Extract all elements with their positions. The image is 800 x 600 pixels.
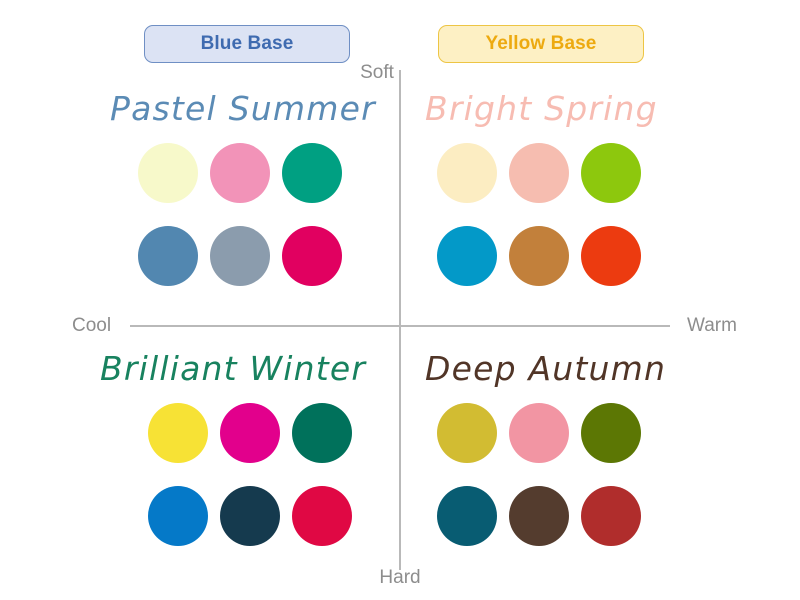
legend-pill-blue-base-label: Blue Base	[200, 33, 294, 54]
color-swatch-brick-red[interactable]	[581, 486, 641, 546]
color-swatch-dark-brown[interactable]	[509, 486, 569, 546]
color-swatch-magenta[interactable]	[220, 403, 280, 463]
axis-label-warm: Warm	[687, 315, 737, 336]
color-swatch-rose-pink[interactable]	[509, 403, 569, 463]
color-season-matrix: Blue Base Yellow Base Soft Hard Cool War…	[0, 0, 800, 600]
legend-pill-yellow-base[interactable]: Yellow Base	[438, 25, 644, 63]
color-swatch-navy[interactable]	[220, 486, 280, 546]
color-swatch-pink[interactable]	[210, 143, 270, 203]
color-swatch-olive-green[interactable]	[581, 403, 641, 463]
quadrant-brilliant-winter: Brilliant Winter	[100, 352, 420, 569]
color-swatch-pale-yellow[interactable]	[138, 143, 198, 203]
color-swatch-salmon-pink[interactable]	[509, 143, 569, 203]
color-swatch-deep-pink[interactable]	[282, 226, 342, 286]
color-swatch-cream[interactable]	[437, 143, 497, 203]
swatch-grid	[148, 403, 420, 569]
color-swatch-dark-teal[interactable]	[292, 403, 352, 463]
season-title: Deep Autumn	[425, 349, 667, 388]
legend-pill-blue-base[interactable]: Blue Base	[144, 25, 350, 63]
legend-pill-yellow-base-label: Yellow Base	[485, 33, 597, 54]
color-swatch-bright-blue[interactable]	[148, 486, 208, 546]
color-swatch-cyan-blue[interactable]	[437, 226, 497, 286]
season-title: Pastel Summer	[110, 89, 376, 128]
color-swatch-mustard[interactable]	[437, 403, 497, 463]
quadrant-bright-spring: Bright Spring	[425, 92, 745, 309]
axis-label-hard: Hard	[379, 567, 421, 588]
color-swatch-crimson[interactable]	[292, 486, 352, 546]
color-swatch-teal-green[interactable]	[282, 143, 342, 203]
color-swatch-caramel[interactable]	[509, 226, 569, 286]
swatch-grid	[437, 403, 745, 569]
quadrant-pastel-summer: Pastel Summer	[110, 92, 430, 309]
color-swatch-yellow-green[interactable]	[581, 143, 641, 203]
axis-label-cool: Cool	[72, 315, 112, 336]
season-title: Bright Spring	[425, 89, 658, 128]
color-swatch-orange-red[interactable]	[581, 226, 641, 286]
season-title: Brilliant Winter	[100, 349, 367, 388]
color-swatch-bright-yellow[interactable]	[148, 403, 208, 463]
axis-label-soft: Soft	[360, 62, 394, 83]
color-swatch-steel-blue[interactable]	[138, 226, 198, 286]
color-swatch-deep-teal[interactable]	[437, 486, 497, 546]
quadrant-deep-autumn: Deep Autumn	[425, 352, 745, 569]
color-swatch-slate-gray[interactable]	[210, 226, 270, 286]
swatch-grid	[138, 143, 430, 309]
swatch-grid	[437, 143, 745, 309]
